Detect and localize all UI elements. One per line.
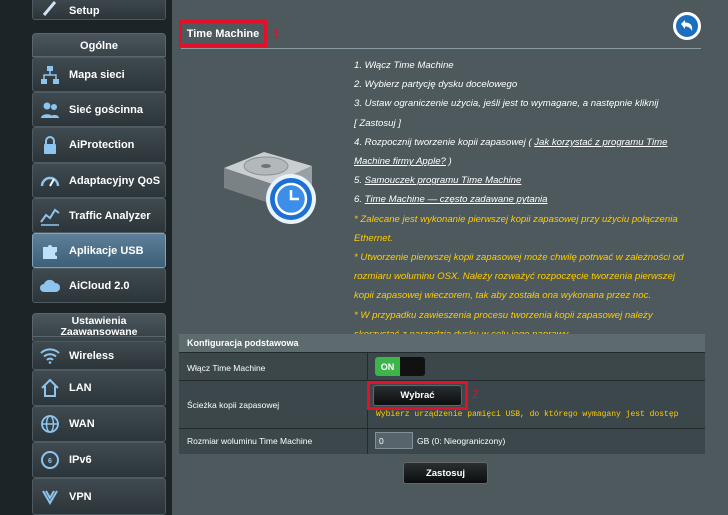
- note-1-cont: Ethernet.: [354, 232, 393, 244]
- sidebar-item-wireless[interactable]: Wireless: [32, 341, 166, 370]
- sidebar-item-label: IPv6: [69, 454, 92, 466]
- annotation-number: 2: [472, 387, 479, 401]
- path-hint: Wybierz urządzenie pamięci USB, do które…: [376, 410, 679, 419]
- step-3: 3. Ustaw ograniczenie użycia, jeśli jest…: [354, 98, 659, 110]
- enable-label: Włącz Time Machine: [187, 363, 266, 373]
- sidebar-item-aiprotection[interactable]: AiProtection: [32, 127, 166, 163]
- step-5: 5. Samouczek programu Time Machine: [354, 171, 704, 190]
- apple-help-link-cont[interactable]: Machine firmy Apple?: [354, 156, 446, 167]
- sidebar-section-advanced: Ustawienia Zaawansowane: [32, 313, 166, 338]
- step-2: 2. Wybierz partycję dysku docelowego: [354, 79, 518, 91]
- toggle-on-label: ON: [375, 357, 400, 376]
- step-4: 4. Rozpocznij tworzenie kopii zapasowej …: [354, 133, 704, 152]
- sidebar-item-lan[interactable]: LAN: [32, 370, 166, 406]
- enable-toggle[interactable]: ON: [375, 357, 425, 376]
- chart-icon: [39, 205, 61, 227]
- sidebar-item-usb-apps[interactable]: Aplikacje USB: [32, 233, 166, 268]
- note-3: * W przypadku zawieszenia procesu tworze…: [354, 309, 653, 321]
- note-2-cont: rozmiaru woluminu OSX. Należy rozważyć r…: [354, 271, 675, 283]
- sidebar-item-traffic-analyzer[interactable]: Traffic Analyzer: [32, 198, 166, 233]
- sidebar-item-label: Aplikacje USB: [69, 244, 144, 257]
- page-title-text: Time Machine: [186, 27, 260, 40]
- volume-size-suffix: GB (0: Nieograniczony): [417, 436, 506, 446]
- path-label: Ścieżka kopii zapasowej: [187, 400, 280, 410]
- globe-icon: [39, 413, 61, 435]
- puzzle-icon: [39, 240, 61, 262]
- sidebar-item-setup[interactable]: Setup: [32, 0, 166, 20]
- step-4-cont: Machine firmy Apple? ): [354, 152, 704, 171]
- sidebar-item-guest-network[interactable]: Sieć gościnna: [32, 92, 166, 127]
- step-4-text: 4. Rozpocznij tworzenie kopii zapasowej …: [354, 136, 535, 148]
- sidebar-item-label: Wireless: [69, 349, 115, 362]
- sidebar-item-label: WAN: [69, 418, 95, 430]
- annotation-number: 1: [273, 27, 280, 41]
- step-6: 6. Time Machine — często zadawane pytani…: [354, 190, 704, 209]
- back-button[interactable]: [673, 12, 701, 40]
- note-1: * Zalecane jest wykonanie pierwszej kopi…: [354, 213, 678, 225]
- ipv6-icon: 6: [39, 449, 61, 471]
- sidebar-item-label: VPN: [69, 490, 92, 503]
- faq-link[interactable]: Time Machine — często zadawane pytania: [365, 194, 548, 205]
- table-row-enable: Włącz Time Machine: [179, 352, 705, 380]
- config-table-header: Konfiguracja podstawowa: [179, 334, 705, 352]
- step-5-num: 5.: [354, 175, 365, 187]
- tutorial-link[interactable]: Samouczek programu Time Machine: [365, 175, 522, 186]
- step-4-close: ): [445, 156, 452, 168]
- step-1: 1. Włącz Time Machine: [354, 60, 454, 71]
- lock-icon: [39, 134, 61, 156]
- note-2-cont: kopii zapasowej wieczorem, tak aby zosta…: [354, 290, 652, 302]
- cloud-icon: [39, 275, 61, 297]
- apple-help-link[interactable]: Jak korzystać z programu Time: [534, 137, 667, 148]
- sidebar-item-vpn[interactable]: VPN: [32, 478, 166, 515]
- svg-text:6: 6: [48, 458, 52, 465]
- network-map-icon: [39, 64, 61, 86]
- note-2: * Utworzenie pierwszej kopii zapasowej m…: [354, 252, 684, 264]
- sidebar-item-network-map[interactable]: Mapa sieci: [32, 57, 166, 92]
- sidebar-item-label: Adaptacyjny QoS: [69, 174, 161, 187]
- sidebar-item-label: Mapa sieci: [69, 68, 125, 81]
- sidebar-item-label: Setup: [69, 5, 100, 17]
- sidebar-item-wan[interactable]: WAN: [32, 406, 166, 442]
- size-label: Rozmiar woluminu Time Machine: [187, 436, 313, 446]
- sidebar-item-label: AiCloud 2.0: [69, 279, 130, 292]
- volume-size-input[interactable]: 0: [375, 432, 413, 449]
- sidebar-item-label: Traffic Analyzer: [69, 209, 151, 222]
- sidebar-item-label: AiProtection: [69, 139, 135, 151]
- vpn-icon: [39, 486, 61, 508]
- step-3-apply-note: [ Zastosuj ]: [354, 117, 401, 129]
- sidebar-item-aicloud[interactable]: AiCloud 2.0: [32, 268, 166, 303]
- sidebar-item-label: LAN: [69, 382, 92, 394]
- time-machine-drive-icon: [220, 146, 320, 228]
- wifi-icon: [39, 345, 61, 367]
- home-icon: [39, 377, 61, 399]
- gauge-icon: [39, 170, 61, 192]
- sidebar-item-qos[interactable]: Adaptacyjny QoS: [32, 163, 166, 198]
- back-arrow-icon: [676, 15, 698, 37]
- title-divider: [181, 48, 701, 49]
- wand-icon: [39, 0, 61, 19]
- select-path-button[interactable]: Wybrać: [373, 385, 462, 406]
- sidebar-item-ipv6[interactable]: 6 IPv6: [32, 442, 166, 478]
- sidebar-section-general: Ogólne: [32, 33, 166, 57]
- sidebar: Setup Ogólne Mapa sieci Sieć gościnna Ai…: [32, 0, 166, 515]
- apply-button[interactable]: Zastosuj: [403, 462, 488, 484]
- guest-network-icon: [39, 99, 61, 121]
- page-title: Time Machine: [179, 20, 267, 47]
- sidebar-item-label: Sieć gościnna: [69, 103, 143, 116]
- instructions: 1. Włącz Time Machine 2. Wybierz partycj…: [354, 56, 704, 344]
- step-6-num: 6.: [354, 194, 365, 206]
